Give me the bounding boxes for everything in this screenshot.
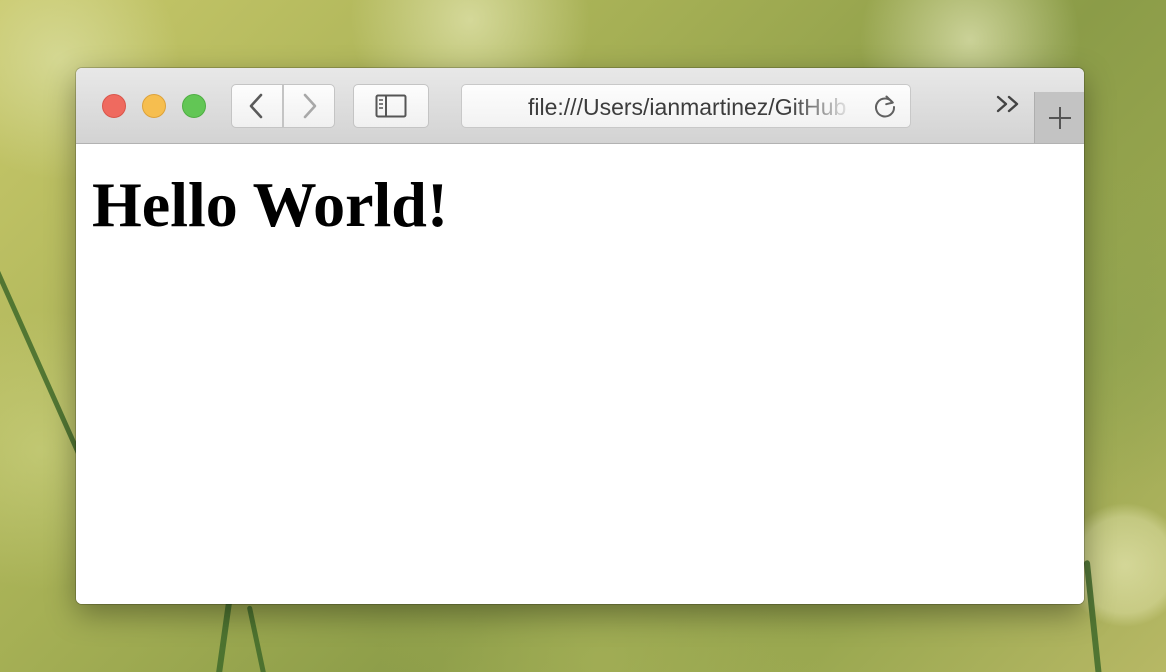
url-text[interactable]: file:///Users/ianmartinez/GitHub [528, 95, 848, 119]
browser-window: file:///Users/ianmartinez/GitHub Hello W… [76, 68, 1084, 604]
browser-toolbar: file:///Users/ianmartinez/GitHub [76, 68, 1084, 144]
chevron-right-icon [303, 93, 317, 119]
page-content: Hello World! [76, 144, 1084, 604]
plus-icon [1048, 106, 1071, 129]
desktop-background: file:///Users/ianmartinez/GitHub Hello W… [0, 0, 1166, 672]
new-tab-button[interactable] [1034, 92, 1084, 143]
minimize-window-button[interactable] [142, 94, 166, 118]
grass-stem [1083, 560, 1103, 672]
zoom-window-button[interactable] [182, 94, 206, 118]
page-heading: Hello World! [92, 169, 449, 240]
address-bar[interactable]: file:///Users/ianmartinez/GitHub [461, 84, 911, 128]
grass-stem [0, 239, 84, 461]
back-button[interactable] [231, 84, 283, 128]
forward-button[interactable] [283, 84, 335, 128]
close-window-button[interactable] [102, 94, 126, 118]
grass-stem [213, 600, 233, 672]
sidebar-icon [375, 94, 407, 118]
sidebar-toggle-button[interactable] [353, 84, 429, 128]
chevron-left-icon [249, 93, 263, 119]
double-chevron-right-icon[interactable] [994, 90, 1024, 120]
grass-stem [246, 605, 269, 672]
reload-icon[interactable] [872, 94, 898, 120]
